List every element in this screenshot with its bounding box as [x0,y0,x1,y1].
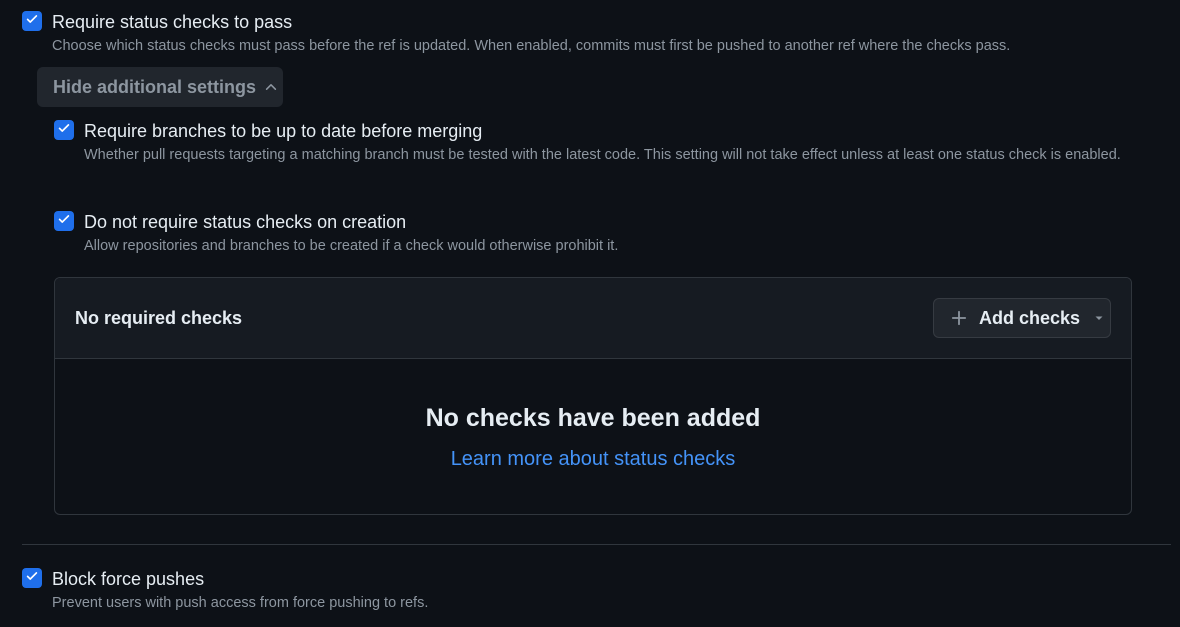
require-status-checkbox[interactable] [22,11,42,31]
branch-protection-settings: Require status checks to pass Choose whi… [0,0,1180,627]
block-force-checkbox[interactable] [22,568,42,588]
no-require-creation-description: Allow repositories and branches to be cr… [84,238,619,254]
add-checks-label: Add checks [979,307,1081,328]
up-to-date-description: Whether pull requests targeting a matchi… [84,147,1121,163]
up-to-date-title[interactable]: Require branches to be up to date before… [84,120,482,142]
plus-icon [950,309,968,327]
check-icon [25,569,39,588]
check-icon [57,121,71,140]
caret-down-icon [1094,313,1104,323]
status-checks-panel: No required checks Add checks No checks … [54,277,1132,515]
require-status-title[interactable]: Require status checks to pass [52,11,292,33]
section-divider [22,544,1171,545]
chevron-up-icon [264,80,278,94]
up-to-date-checkbox[interactable] [54,120,74,140]
add-checks-button[interactable]: Add checks [933,298,1111,338]
block-force-title[interactable]: Block force pushes [52,568,204,590]
hide-settings-label: Hide additional settings [53,76,257,97]
require-status-description: Choose which status checks must pass bef… [52,38,1011,54]
check-icon [57,212,71,231]
no-require-creation-title[interactable]: Do not require status checks on creation [84,211,406,233]
learn-more-link[interactable]: Learn more about status checks [55,448,1131,471]
hide-additional-settings-button[interactable]: Hide additional settings [37,67,283,107]
empty-state-title: No checks have been added [425,404,761,432]
no-require-creation-checkbox[interactable] [54,211,74,231]
no-required-checks-title: No required checks [75,308,243,328]
status-checks-header: No required checks Add checks [55,278,1131,359]
check-icon [25,12,39,31]
block-force-description: Prevent users with push access from forc… [52,595,429,611]
